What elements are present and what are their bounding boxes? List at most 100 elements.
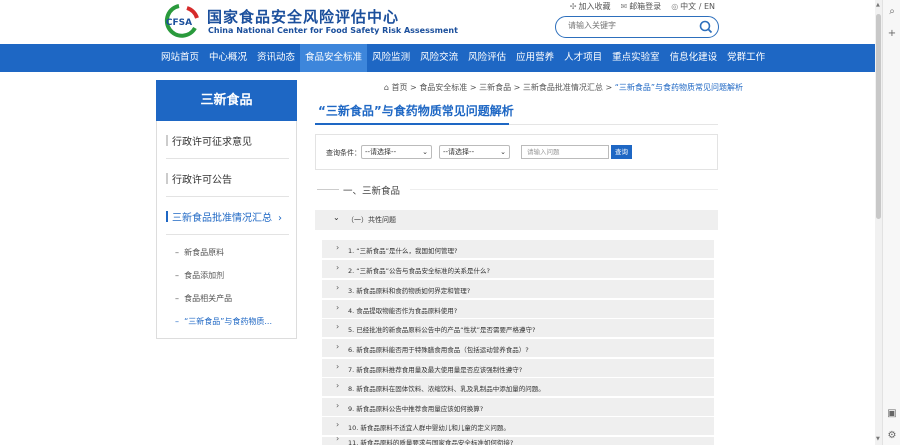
scroll-up-icon[interactable]: ▲ [876,2,880,8]
nav-item-about[interactable]: 中心概况 [204,44,252,72]
chevron-right-icon: › [336,401,340,410]
query-button[interactable]: 查询 [611,145,632,159]
chevron-right-icon: › [336,381,340,390]
sidebar-title: 三新食品 [156,80,297,121]
scroll-down-icon[interactable]: ▼ [876,436,880,442]
site-search [555,16,719,38]
chevron-right-icon: › [336,283,340,292]
page: CFSA 国家食品安全风险评估中心 China National Center … [0,0,900,445]
chevron-right-icon: › [336,322,340,331]
chevron-right-icon: › [336,420,340,429]
sub-item-additives[interactable]: – 食品添加剂 [175,270,224,281]
breadcrumb-item[interactable]: 食品安全标准 [419,83,467,92]
chevron-down-icon: ⌄ [333,213,340,222]
section-line-left [317,189,339,190]
search-icon[interactable] [698,19,714,35]
faq-question: 8. 新食品原料在固体饮料、浓缩饮料、乳及乳制品中添加量的问题。 [348,385,545,393]
faq-question: 4. 食品提取物能否作为食品原料使用? [348,307,458,315]
chevron-down-icon: ⌄ [422,148,428,156]
category-select-1[interactable]: --请选择-- ⌄ [361,145,432,159]
chevron-down-icon: ⌄ [500,148,506,156]
sidebar-item-label: 行政许可公告 [172,175,232,186]
nav-item-standards[interactable]: 食品安全标准 [300,44,368,72]
sidebar-divider [166,196,289,197]
sidebar-item-approval-summary[interactable]: 三新食品批准情况汇总 › [166,209,282,224]
nav-item-communication[interactable]: 风险交流 [415,44,463,72]
add-favorite-link[interactable]: ✣ 加入收藏 [570,1,611,12]
sidebar-item-consultation[interactable]: 行政许可征求意见 [166,133,252,148]
query-form: 查询条件： --请选择-- ⌄ --请选择-- ⌄ 请输入问题 查询 [315,134,718,170]
chevron-right-icon: › [278,213,282,224]
breadcrumb-current: “三新食品”与食药物质常见问题解析 [614,83,743,92]
page-title: “三新食品”与食药物质常见问题解析 [318,104,514,118]
page-scrollbar[interactable]: ▲ ▼ [875,0,882,445]
faq-item[interactable]: › 10. 新食品原料不适宜人群中婴幼儿和儿童的定义问题。 [322,417,714,435]
language-switch[interactable]: ◎ 中文 / EN [671,1,715,12]
faq-question: 6. 新食品原料能否用于特殊膳食用食品（包括运动营养食品）? [348,346,529,354]
faq-question: 3. 新食品原料和食药物质如何界定和管理? [348,287,471,295]
faq-question: 2. “三新食品”公告与食品安全标准的关系是什么? [348,267,490,275]
breadcrumb-item[interactable]: 三新食品 [479,83,511,92]
cfsa-logo[interactable]: CFSA [157,4,201,38]
sidebar-divider [166,158,289,159]
faq-item[interactable]: › 4. 食品提取物能否作为食品原料使用? [322,300,714,318]
sub-item-label: 新食品原料 [184,248,225,257]
nav-item-news[interactable]: 资讯动态 [252,44,300,72]
chevron-right-icon: › [336,243,340,252]
search-input[interactable] [568,21,688,30]
section-title: 一、三新食品 [343,186,401,197]
nav-item-home[interactable]: 网站首页 [156,44,204,72]
gear-icon[interactable]: ⚙ [886,430,898,442]
nav-item-party[interactable]: 党群工作 [722,44,770,72]
faq-item[interactable]: › 2. “三新食品”公告与食品安全标准的关系是什么? [322,260,714,278]
select-value: --请选择-- [365,148,397,156]
mail-login-link[interactable]: ✉ 邮箱登录 [620,1,661,12]
screen-icon[interactable]: ▣ [886,408,898,420]
nav-item-assessment[interactable]: 风险评估 [463,44,511,72]
site-title-cn: 国家食品安全风险评估中心 [207,8,400,26]
faq-item[interactable]: › 8. 新食品原料在固体饮料、浓缩饮料、乳及乳制品中添加量的问题。 [322,378,714,396]
browser-side-panel: ⌕ + ▣ ⚙ [882,0,900,445]
nav-item-lab[interactable]: 重点实验室 [607,44,665,72]
faq-item[interactable]: › 3. 新食品原料和食药物质如何界定和管理? [322,280,714,298]
language-label: 中文 / EN [680,2,715,11]
category-select-2[interactable]: --请选择-- ⌄ [439,145,510,159]
breadcrumb-item[interactable]: 三新食品批准情况汇总 [523,83,603,92]
sidebar-item-label: 行政许可征求意见 [172,137,252,148]
mail-icon: ✉ [620,2,628,11]
nav-item-monitoring[interactable]: 风险监测 [367,44,415,72]
sub-item-faq[interactable]: – “三新食品”与食药物质... [175,316,272,327]
logo-mark-text: CFSA [166,18,192,28]
select-value: --请选择-- [443,148,475,156]
search-icon[interactable]: ⌕ [886,6,898,18]
faq-item[interactable]: › 7. 新食品原料推荐食用量及最大使用量是否应该强制性遵守? [322,359,714,377]
sub-item-new-materials[interactable]: – 新食品原料 [175,247,224,258]
nav-item-talent[interactable]: 人才项目 [559,44,607,72]
nav-item-nutrition[interactable]: 应用营养 [511,44,559,72]
scrollbar-thumb[interactable] [876,14,881,219]
sub-item-related-products[interactable]: – 食品相关产品 [175,293,232,304]
faq-question: 10. 新食品原料不适宜人群中婴幼儿和儿童的定义问题。 [348,424,510,432]
faq-question: 11. 新食品原料的质量要求与国家食品安全标准如何衔接? [348,439,514,445]
faq-group-header[interactable]: ⌄ （一）共性问题 [315,210,718,230]
sub-item-label: 食品相关产品 [184,294,233,303]
nav-item-it[interactable]: 信息化建设 [665,44,723,72]
add-icon[interactable]: + [886,28,898,40]
sidebar-item-announcement[interactable]: 行政许可公告 [166,171,232,186]
site-header: CFSA 国家食品安全风险评估中心 China National Center … [0,0,875,44]
home-icon[interactable]: ⌂ [384,83,389,92]
add-favorite-label: 加入收藏 [578,2,611,11]
faq-item[interactable]: › 6. 新食品原料能否用于特殊膳食用食品（包括运动营养食品）? [322,339,714,357]
chevron-right-icon: › [336,342,340,351]
faq-group-title: （一）共性问题 [347,216,396,224]
breadcrumb-home[interactable]: 首页 [392,83,408,92]
mail-login-label: 邮箱登录 [629,2,662,11]
sidebar-divider [166,234,289,235]
faq-item[interactable]: › 1. “三新食品”是什么，我国如何管理? [322,240,714,258]
plus-icon: ✣ [569,2,577,11]
faq-item[interactable]: › 9. 新食品原料公告中推荐食用量应该如何换算? [322,398,714,416]
question-input[interactable]: 请输入问题 [521,145,609,159]
faq-item[interactable]: › 11. 新食品原料的质量要求与国家食品安全标准如何衔接? [322,437,714,445]
chevron-right-icon: › [336,437,340,443]
faq-item[interactable]: › 5. 已经批准的新食品原料公告中的产品“性状”是否需要严格遵守? [322,319,714,337]
